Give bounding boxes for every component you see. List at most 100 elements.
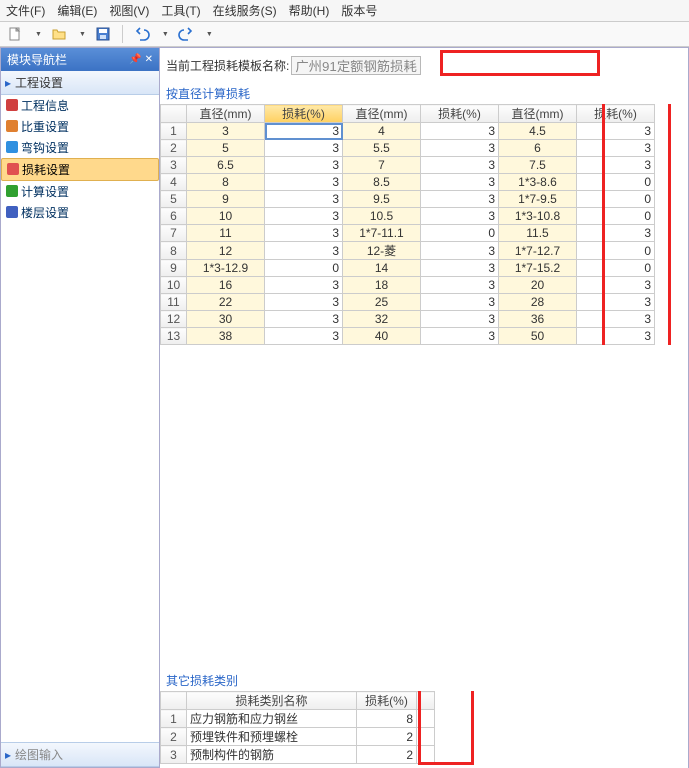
table-cell[interactable]: 应力钢筋和应力钢丝: [187, 710, 357, 728]
col-header[interactable]: 直径(mm): [499, 105, 577, 123]
table-cell[interactable]: 0: [577, 242, 655, 260]
col-header[interactable]: 损耗类别名称: [187, 692, 357, 710]
table-cell[interactable]: 8: [357, 710, 417, 728]
table-cell[interactable]: 3: [265, 174, 343, 191]
menu-help[interactable]: 帮助(H): [289, 2, 330, 19]
table-cell[interactable]: 3: [265, 140, 343, 157]
col-header[interactable]: 损耗(%): [265, 105, 343, 123]
table-cell[interactable]: 3: [421, 208, 499, 225]
row-number[interactable]: 2: [161, 728, 187, 746]
table-cell[interactable]: 3: [265, 157, 343, 174]
row-number[interactable]: 3: [161, 157, 187, 174]
table-cell[interactable]: 3: [265, 242, 343, 260]
sidebar-item-0[interactable]: 工程信息: [1, 95, 159, 116]
new-file-icon[interactable]: [4, 24, 26, 44]
nav-group-header[interactable]: ▸ 工程设置: [1, 71, 159, 95]
menu-file[interactable]: 文件(F): [6, 2, 45, 19]
table-cell[interactable]: 0: [577, 260, 655, 277]
table-cell[interactable]: 20: [499, 277, 577, 294]
table-cell[interactable]: 22: [187, 294, 265, 311]
dropdown-icon[interactable]: ▼: [206, 31, 213, 38]
col-header[interactable]: 直径(mm): [187, 105, 265, 123]
col-header[interactable]: 损耗(%): [577, 105, 655, 123]
open-folder-icon[interactable]: [48, 24, 70, 44]
table-cell[interactable]: 0: [577, 174, 655, 191]
table-cell[interactable]: 16: [187, 277, 265, 294]
table-cell[interactable]: 3: [577, 277, 655, 294]
table-cell[interactable]: 1*7-12.7: [499, 242, 577, 260]
menu-version[interactable]: 版本号: [341, 2, 377, 19]
col-header[interactable]: 直径(mm): [343, 105, 421, 123]
table-cell[interactable]: 3: [421, 294, 499, 311]
table-cell[interactable]: 30: [187, 311, 265, 328]
table-cell[interactable]: 2: [357, 746, 417, 764]
table-cell[interactable]: 3: [421, 191, 499, 208]
dropdown-icon[interactable]: ▼: [162, 31, 169, 38]
table-cell[interactable]: 预制构件的钢筋: [187, 746, 357, 764]
table-cell[interactable]: 6.5: [187, 157, 265, 174]
template-name-input[interactable]: [291, 56, 421, 75]
table-cell[interactable]: 50: [499, 328, 577, 345]
menu-tools[interactable]: 工具(T): [161, 2, 200, 19]
table-cell[interactable]: 3: [265, 123, 343, 140]
table-cell[interactable]: 3: [421, 260, 499, 277]
table-cell[interactable]: 36: [499, 311, 577, 328]
menu-online[interactable]: 在线服务(S): [213, 2, 277, 19]
table-cell[interactable]: 12: [187, 242, 265, 260]
table-cell[interactable]: 3: [421, 157, 499, 174]
row-number[interactable]: 12: [161, 311, 187, 328]
table-cell[interactable]: 3: [577, 140, 655, 157]
table-cell[interactable]: 1*3-8.6: [499, 174, 577, 191]
save-icon[interactable]: [92, 24, 114, 44]
table-cell[interactable]: 3: [421, 328, 499, 345]
table-cell[interactable]: 3: [421, 123, 499, 140]
table-cell[interactable]: 1*7-11.1: [343, 225, 421, 242]
table-cell[interactable]: 3: [421, 140, 499, 157]
table-cell[interactable]: 8.5: [343, 174, 421, 191]
table-cell[interactable]: 10: [187, 208, 265, 225]
table-cell[interactable]: 40: [343, 328, 421, 345]
nav-footer[interactable]: ▸ 绘图输入: [1, 742, 159, 767]
table-cell[interactable]: 3: [265, 311, 343, 328]
dropdown-icon[interactable]: ▼: [79, 31, 86, 38]
row-number[interactable]: 6: [161, 208, 187, 225]
table-cell[interactable]: 3: [265, 294, 343, 311]
table-cell[interactable]: 32: [343, 311, 421, 328]
table-cell[interactable]: 9: [187, 191, 265, 208]
undo-icon[interactable]: [131, 24, 153, 44]
table-cell[interactable]: 3: [187, 123, 265, 140]
table-cell[interactable]: 1*7-15.2: [499, 260, 577, 277]
table-cell[interactable]: 5: [187, 140, 265, 157]
table-cell[interactable]: 3: [577, 157, 655, 174]
table-cell[interactable]: 0: [265, 260, 343, 277]
pin-icon[interactable]: 📌 ✕: [129, 54, 153, 65]
menu-edit[interactable]: 编辑(E): [57, 2, 97, 19]
table-cell[interactable]: 6: [499, 140, 577, 157]
row-number[interactable]: 3: [161, 746, 187, 764]
sidebar-item-1[interactable]: 比重设置: [1, 116, 159, 137]
table-cell[interactable]: 3: [265, 277, 343, 294]
table-cell[interactable]: 38: [187, 328, 265, 345]
table-cell[interactable]: 14: [343, 260, 421, 277]
row-number[interactable]: 10: [161, 277, 187, 294]
other-loss-table[interactable]: 损耗类别名称损耗(%)1应力钢筋和应力钢丝82预埋铁件和预埋螺栓23预制构件的钢…: [160, 691, 435, 764]
table-cell[interactable]: 5.5: [343, 140, 421, 157]
table-cell[interactable]: 3: [577, 123, 655, 140]
row-number[interactable]: 5: [161, 191, 187, 208]
table-cell[interactable]: 4: [343, 123, 421, 140]
table-cell[interactable]: 1*3-10.8: [499, 208, 577, 225]
table-cell[interactable]: 1*7-9.5: [499, 191, 577, 208]
table-cell[interactable]: 11: [187, 225, 265, 242]
table-cell[interactable]: 3: [421, 277, 499, 294]
table-cell[interactable]: 0: [577, 208, 655, 225]
row-number[interactable]: 13: [161, 328, 187, 345]
table-cell[interactable]: 0: [577, 191, 655, 208]
row-number[interactable]: 9: [161, 260, 187, 277]
table-cell[interactable]: 3: [421, 311, 499, 328]
table-cell[interactable]: 3: [577, 328, 655, 345]
col-header[interactable]: 损耗(%): [357, 692, 417, 710]
row-number[interactable]: 1: [161, 710, 187, 728]
table-cell[interactable]: 7.5: [499, 157, 577, 174]
redo-icon[interactable]: [175, 24, 197, 44]
table-cell[interactable]: 0: [421, 225, 499, 242]
